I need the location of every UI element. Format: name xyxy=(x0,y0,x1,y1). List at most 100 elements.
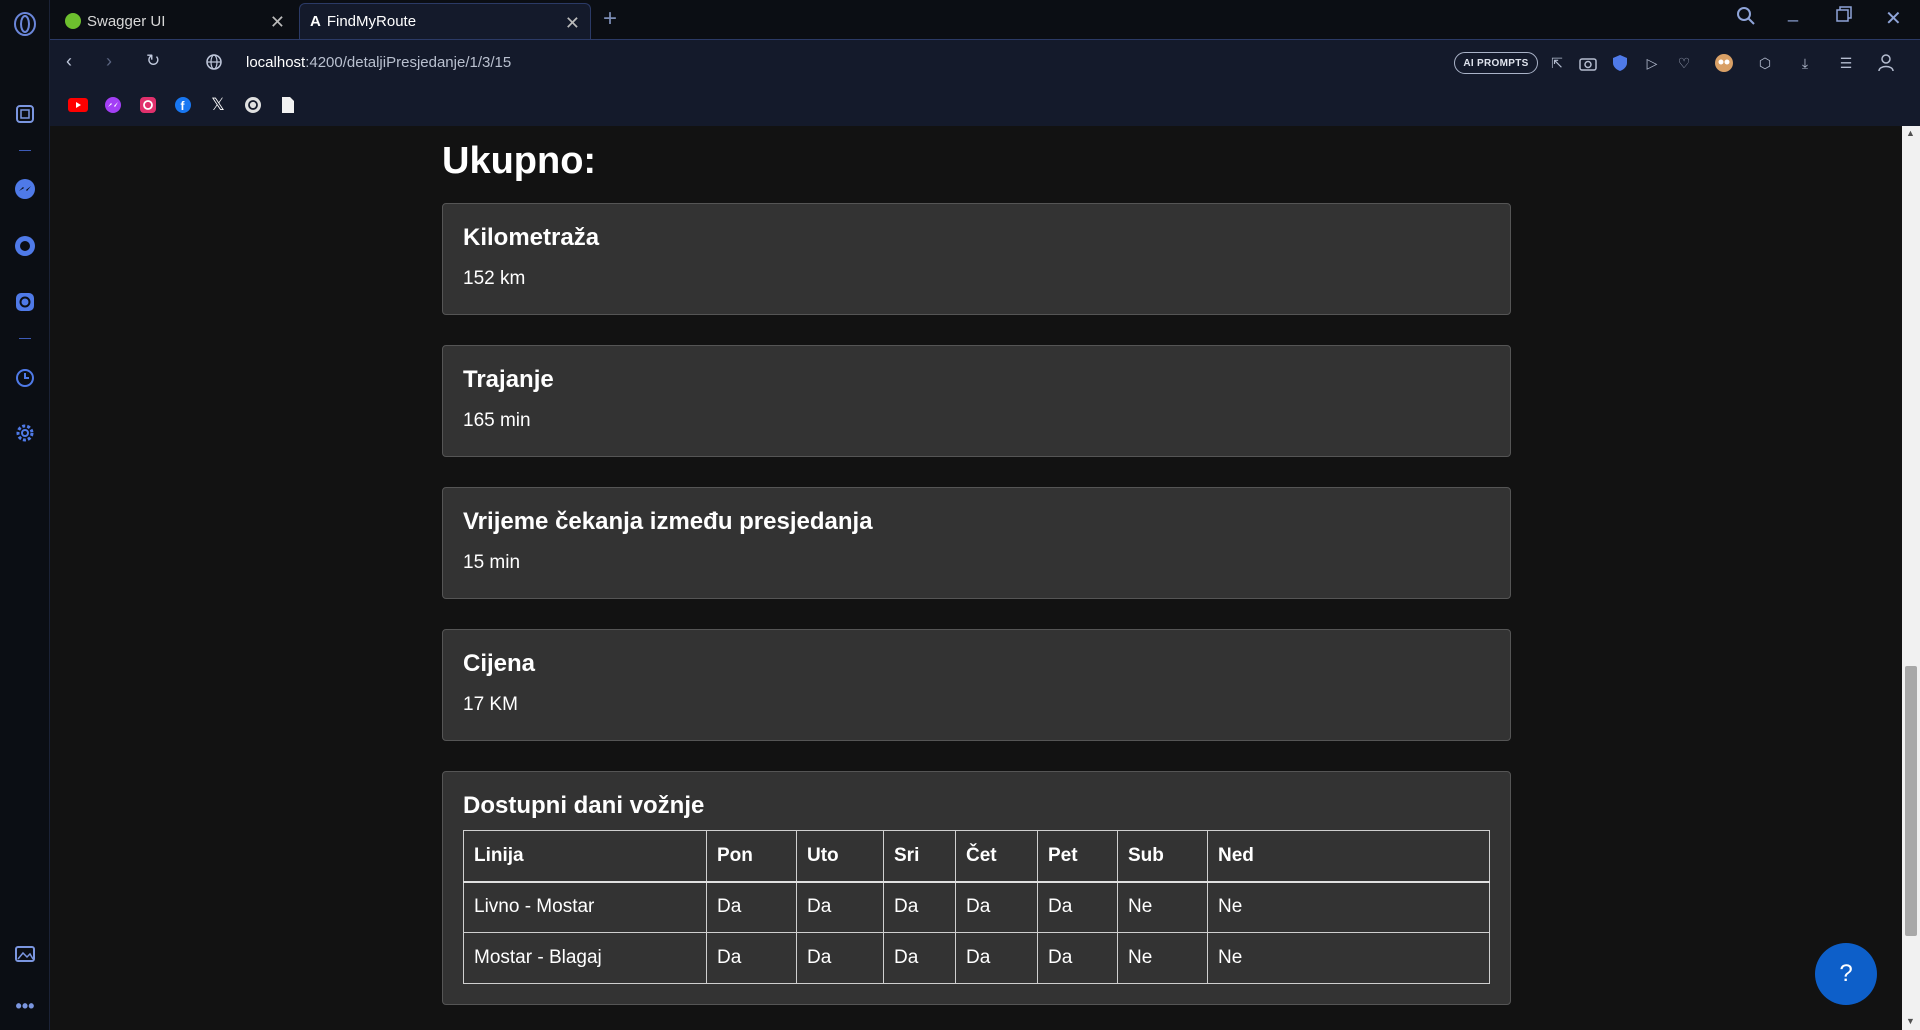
table-cell: Ne xyxy=(1117,881,1208,933)
browser-sidebar: ••• xyxy=(0,0,50,1030)
ai-prompts-button[interactable]: AI PROMPTS xyxy=(1454,52,1538,74)
vpn-shield-icon[interactable] xyxy=(1610,53,1630,73)
card-heading: Kilometraža xyxy=(463,224,600,251)
opera-logo-icon[interactable] xyxy=(13,12,37,36)
close-icon[interactable]: ✕ xyxy=(270,12,285,33)
instagram-icon[interactable] xyxy=(13,290,37,314)
address-toolbar: ‹ › ↻ localhost:4200/detaljiPresjedanje/… xyxy=(50,39,1920,88)
table-cell: Da xyxy=(1037,932,1118,984)
history-icon[interactable] xyxy=(13,366,37,390)
table-cell: Ne xyxy=(1207,881,1490,933)
instagram-bookmark-icon[interactable] xyxy=(138,95,158,115)
help-button[interactable]: ? xyxy=(1815,943,1877,1005)
scroll-up-icon[interactable]: ▲ xyxy=(1906,128,1915,138)
table-cell: Livno - Mostar xyxy=(463,881,707,933)
settings-icon[interactable] xyxy=(13,421,37,445)
url-host: localhost xyxy=(246,54,306,71)
close-window-icon[interactable]: ✕ xyxy=(1885,6,1902,31)
site-info-icon[interactable] xyxy=(205,53,223,76)
restore-icon[interactable] xyxy=(1836,6,1852,27)
page-scrollbar[interactable]: ▲ ▼ xyxy=(1902,126,1920,1030)
sidebar-separator xyxy=(19,338,31,339)
table-cell: Mostar - Blagaj xyxy=(463,932,707,984)
card-value: 165 min xyxy=(463,410,531,431)
table-cell: Da xyxy=(883,932,956,984)
minimize-icon[interactable]: _ xyxy=(1788,2,1798,23)
page-content: Ukupno: Kilometraža 152 km Trajanje 165 … xyxy=(50,126,1902,1030)
more-icon[interactable]: ••• xyxy=(13,994,37,1018)
tab-swagger-ui[interactable]: Swagger UI ✕ xyxy=(55,3,295,39)
tab-label: Swagger UI xyxy=(87,12,166,30)
price-card: Cijena 17 KM xyxy=(442,629,1511,741)
table-cell: Da xyxy=(706,932,797,984)
chatgpt-bookmark-icon[interactable] xyxy=(243,95,263,115)
table-cell: Da xyxy=(883,881,956,933)
wallpaper-icon[interactable] xyxy=(13,942,37,966)
x-bookmark-icon[interactable]: 𝕏 xyxy=(208,95,228,115)
card-value: 15 min xyxy=(463,552,521,573)
summary-section: Ukupno: Kilometraža 152 km Trajanje 165 … xyxy=(442,140,1511,1005)
table-cell: Ne xyxy=(1207,932,1490,984)
tab-label: FindMyRoute xyxy=(326,13,417,30)
card-heading: Trajanje xyxy=(463,366,554,393)
table-cell: Da xyxy=(1037,881,1118,933)
ai-icon[interactable] xyxy=(13,102,37,126)
forward-icon[interactable]: › xyxy=(106,51,112,72)
avatar-icon[interactable] xyxy=(1714,53,1734,73)
column-header: Čet xyxy=(955,830,1038,883)
sidebar-separator xyxy=(19,150,31,151)
page-title: Ukupno: xyxy=(442,140,597,182)
duration-card: Trajanje 165 min xyxy=(442,345,1511,457)
url-path: :4200/detaljiPresjedanje/1/3/15 xyxy=(305,54,512,71)
table-header-row: Linija Pon Uto Sri Čet Pet Sub Ned xyxy=(463,830,1490,883)
close-icon[interactable]: ✕ xyxy=(565,13,580,34)
card-heading: Cijena xyxy=(463,650,536,677)
table-cell: Ne xyxy=(1117,932,1208,984)
camera-icon[interactable] xyxy=(1578,53,1598,73)
column-header: Sub xyxy=(1117,830,1208,883)
reload-icon[interactable]: ↻ xyxy=(146,51,160,71)
table-cell: Da xyxy=(955,881,1038,933)
download-icon[interactable]: ⤓ xyxy=(1795,53,1815,73)
new-tab-icon[interactable]: + xyxy=(603,5,617,33)
table-cell: Da xyxy=(706,881,797,933)
tab-findmyroute[interactable]: A FindMyRoute ✕ xyxy=(299,3,591,39)
bookmarks-bar: f 𝕏 xyxy=(50,88,1920,126)
distance-card: Kilometraža 152 km xyxy=(442,203,1511,315)
messenger-icon[interactable] xyxy=(13,177,37,201)
swagger-favicon-icon xyxy=(65,13,81,29)
url-field[interactable]: localhost:4200/detaljiPresjedanje/1/3/15 xyxy=(246,54,511,71)
card-value: 17 KM xyxy=(463,694,518,715)
column-header: Pon xyxy=(706,830,797,883)
tab-strip: Swagger UI ✕ A FindMyRoute ✕ + _ ✕ xyxy=(50,0,1920,39)
scroll-down-icon[interactable]: ▼ xyxy=(1906,1016,1915,1026)
table-row: Livno - Mostar Da Da Da Da Da Ne Ne xyxy=(463,881,1490,933)
column-header: Ned xyxy=(1207,830,1490,883)
angular-favicon-icon: A xyxy=(310,13,321,30)
available-days-table: Linija Pon Uto Sri Čet Pet Sub Ned Livno… xyxy=(463,830,1490,984)
messenger-bookmark-icon[interactable] xyxy=(103,95,123,115)
document-bookmark-icon[interactable] xyxy=(278,95,298,115)
heart-icon[interactable]: ♡ xyxy=(1674,53,1694,73)
table-cell: Da xyxy=(955,932,1038,984)
table-cell: Da xyxy=(796,881,884,933)
back-icon[interactable]: ‹ xyxy=(66,51,72,72)
table-row: Mostar - Blagaj Da Da Da Da Da Ne Ne xyxy=(463,932,1490,984)
whatsapp-icon[interactable] xyxy=(13,234,37,258)
facebook-bookmark-icon[interactable]: f xyxy=(173,95,193,115)
easy-setup-icon[interactable]: ☰ xyxy=(1836,53,1856,73)
share-icon[interactable]: ⇱ xyxy=(1547,53,1567,73)
column-header: Linija xyxy=(463,830,707,883)
profile-icon[interactable] xyxy=(1876,53,1896,73)
cube-icon[interactable]: ⬡ xyxy=(1755,53,1775,73)
youtube-icon[interactable] xyxy=(68,95,88,115)
send-icon[interactable]: ▷ xyxy=(1642,53,1662,73)
column-header: Sri xyxy=(883,830,956,883)
card-value: 152 km xyxy=(463,268,526,289)
scrollbar-thumb[interactable] xyxy=(1905,666,1917,936)
table-cell: Da xyxy=(796,932,884,984)
search-tabs-icon[interactable] xyxy=(1736,6,1756,31)
column-header: Pet xyxy=(1037,830,1118,883)
card-heading: Vrijeme čekanja između presjedanja xyxy=(463,508,873,535)
available-days-card: Dostupni dani vožnje Linija Pon Uto Sri … xyxy=(442,771,1511,1005)
